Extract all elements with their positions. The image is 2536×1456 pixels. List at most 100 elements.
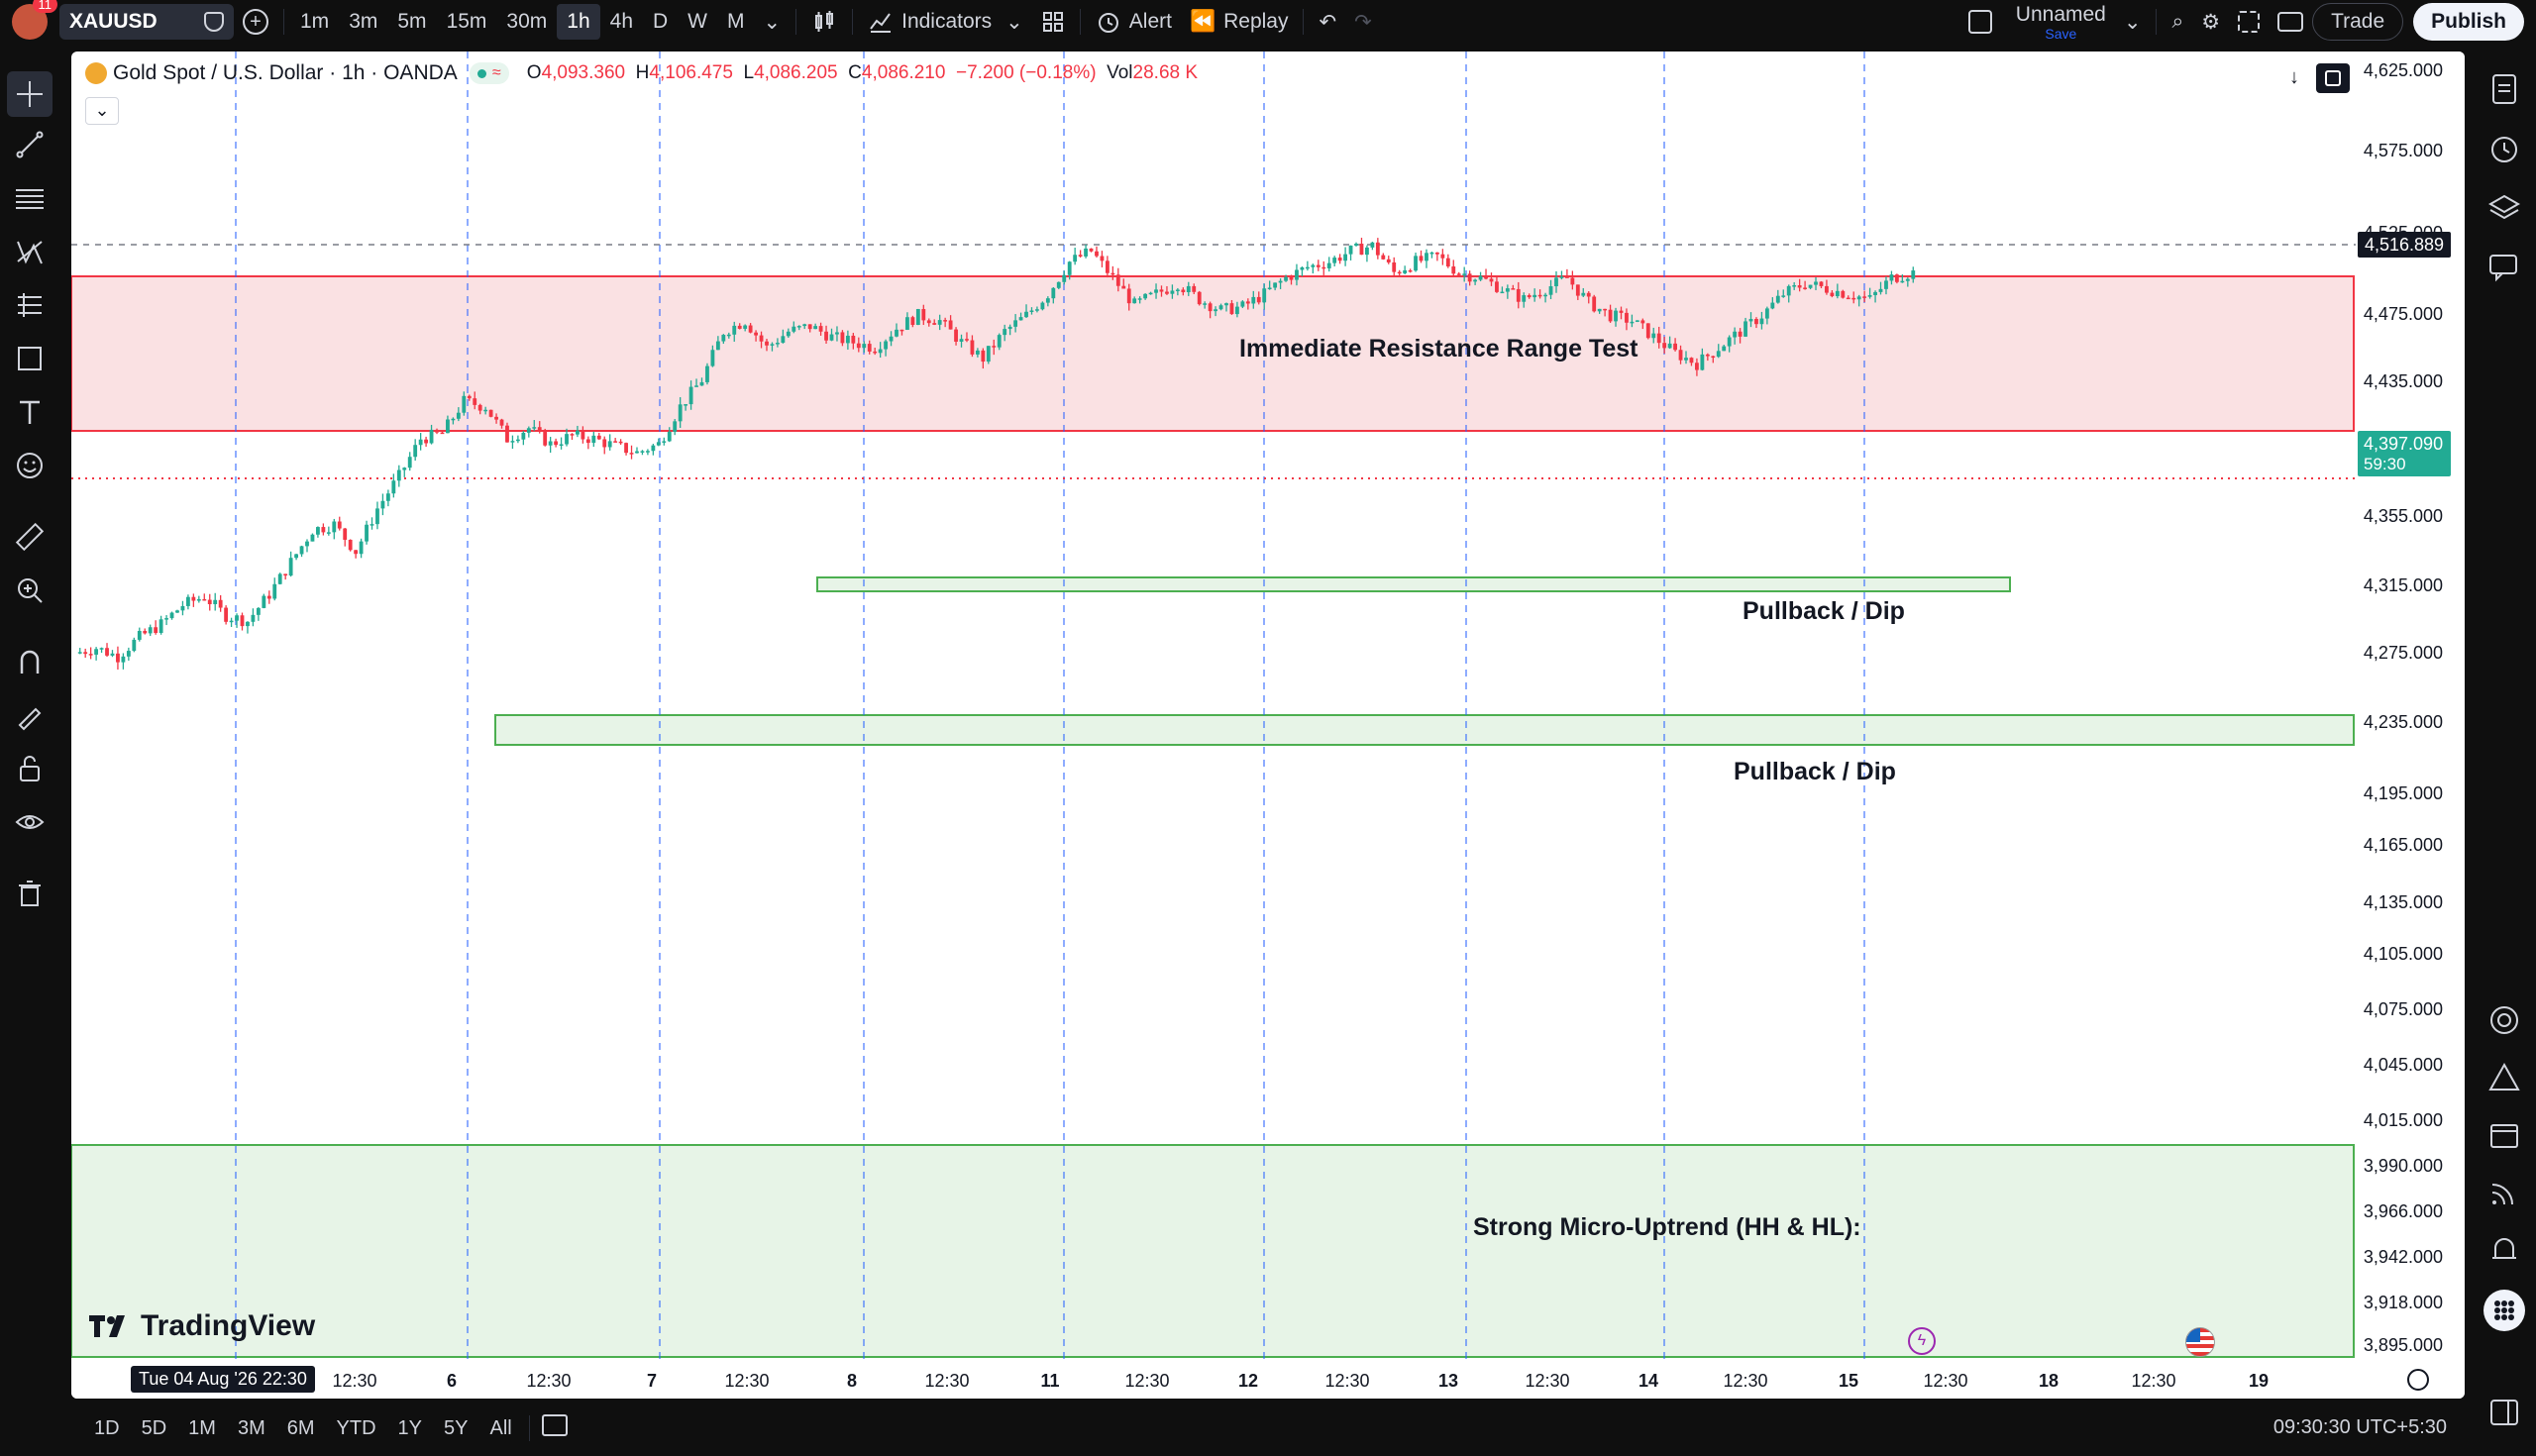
trend-line-icon[interactable] — [14, 129, 46, 160]
range-all[interactable]: All — [478, 1417, 522, 1440]
avatar[interactable]: 11 — [12, 0, 57, 40]
candle-body — [499, 419, 504, 426]
timeframe-W[interactable]: W — [678, 4, 717, 40]
support-zone[interactable] — [71, 1144, 2355, 1358]
magnet-icon[interactable] — [14, 646, 46, 677]
fullscreen-button[interactable] — [2229, 0, 2269, 44]
app-window: 11 XAUUSD + 1m 3m 5m 15m 30m 1h 4h D W M ⌄ Indica… — [0, 0, 2536, 1456]
scroll-to-realtime-button[interactable]: ↓ — [2280, 63, 2308, 91]
lock-icon[interactable] — [14, 753, 46, 784]
timeframe-1h[interactable]: 1h — [557, 4, 600, 40]
broadcast-icon[interactable] — [2486, 1175, 2522, 1210]
candle-body — [1214, 309, 1217, 312]
layout-name-button[interactable]: Unnamed Save ⌄ — [1959, 0, 2151, 44]
candle-body — [932, 323, 937, 325]
price-axis[interactable]: 4,625.0004,575.0004,525.0004,475.0004,43… — [2356, 52, 2465, 1399]
support-zone[interactable] — [494, 714, 2355, 746]
zoom-in-icon[interactable] — [14, 574, 46, 606]
resistance-zone[interactable] — [71, 275, 2355, 432]
snapshot-button[interactable] — [2269, 0, 2312, 44]
quick-search-button[interactable]: ⌕ — [2163, 0, 2192, 44]
eye-icon[interactable] — [14, 806, 46, 838]
chat-icon[interactable] — [2486, 250, 2522, 285]
range-1d[interactable]: 1D — [83, 1417, 131, 1440]
candle-body — [1056, 281, 1061, 288]
timeframe-15m[interactable]: 15m — [437, 4, 497, 40]
resistance-annotation[interactable]: Immediate Resistance Range Test — [1239, 335, 1638, 364]
lightning-event-icon[interactable]: ϟ — [1908, 1327, 1936, 1355]
clock[interactable]: 09:30:30 UTC+5:30 — [2273, 1416, 2447, 1439]
timeframe-4h[interactable]: 4h — [600, 4, 643, 40]
range-3m[interactable]: 3M — [227, 1417, 276, 1440]
timeframe-3m[interactable]: 3m — [339, 4, 387, 40]
bell-icon[interactable] — [2486, 1232, 2522, 1268]
alerts-clock-icon[interactable] — [2486, 131, 2522, 166]
settings-button[interactable]: ⚙ — [2192, 0, 2229, 44]
horizontal-lines-icon[interactable] — [14, 182, 46, 214]
text-icon[interactable] — [14, 396, 46, 428]
chart-canvas[interactable]: 4,625.0004,575.0004,525.0004,475.0004,43… — [71, 52, 2465, 1399]
ruler-icon[interactable] — [14, 521, 46, 553]
range-1y[interactable]: 1Y — [387, 1417, 433, 1440]
pullback-annotation-2[interactable]: Pullback / Dip — [1734, 758, 1896, 786]
trash-icon[interactable] — [14, 878, 46, 909]
range-5d[interactable]: 5D — [131, 1417, 178, 1440]
pattern-icon[interactable] — [14, 236, 46, 267]
timeframe-1m[interactable]: 1m — [290, 4, 339, 40]
trade-button[interactable]: Trade — [2312, 3, 2404, 41]
add-symbol-button[interactable]: + — [234, 0, 277, 44]
legend-collapse-button[interactable]: ⌄ — [85, 97, 119, 125]
goto-date-button[interactable] — [541, 1414, 568, 1442]
undo-button[interactable]: ↶ — [1310, 0, 1345, 44]
axis-settings-button[interactable] — [2407, 1369, 2429, 1391]
maximize-pane-button[interactable] — [2316, 63, 2350, 93]
timeframe-dropdown[interactable]: ⌄ — [755, 0, 791, 44]
grid-icon — [1042, 12, 1063, 32]
us-flag-event-icon[interactable] — [2185, 1327, 2215, 1357]
layers-icon[interactable] — [2486, 190, 2522, 226]
indicators-button[interactable]: Indicators ⌄ — [859, 0, 1032, 44]
forecast-icon[interactable] — [14, 289, 46, 321]
crosshair-tool[interactable] — [7, 71, 53, 117]
replay-button[interactable]: ⏪ Replay — [1181, 0, 1298, 44]
alert-button[interactable]: Alert — [1087, 0, 1181, 44]
timeframe-5m[interactable]: 5m — [387, 4, 436, 40]
range-5y[interactable]: 5Y — [433, 1417, 478, 1440]
candle-body — [1386, 259, 1391, 262]
range-6m[interactable]: 6M — [276, 1417, 326, 1440]
pullback-annotation-1[interactable]: Pullback / Dip — [1743, 597, 1905, 626]
rectangle-icon[interactable] — [14, 343, 46, 374]
tradingview-logo[interactable]: TradingView — [89, 1309, 315, 1343]
ideas-icon[interactable] — [2486, 1060, 2522, 1095]
apps-grid-button[interactable] — [2483, 1290, 2525, 1331]
candle-body — [884, 341, 889, 350]
price-tick-label: 3,895.000 — [2364, 1335, 2443, 1355]
legend-title[interactable]: Gold Spot / U.S. Dollar · 1h · OANDA — [113, 61, 458, 85]
publish-button[interactable]: Publish — [2413, 3, 2524, 41]
calendar-icon[interactable] — [2486, 1117, 2522, 1153]
uptrend-annotation[interactable]: Strong Micro-Uptrend (HH & HL): — [1473, 1213, 1861, 1242]
range-1m[interactable]: 1M — [177, 1417, 227, 1440]
time-axis[interactable]: 12:30 6 12:30 7 12:30 8 12:30 11 12:30 12 12:30 13 1… — [71, 1363, 2356, 1399]
target-icon[interactable] — [2486, 1002, 2522, 1038]
timeframe-M[interactable]: M — [717, 4, 755, 40]
emoji-icon[interactable] — [14, 450, 46, 481]
candle-body — [1835, 290, 1840, 297]
layouts-button[interactable] — [1032, 0, 1074, 44]
redo-button[interactable]: ↷ — [1345, 0, 1381, 44]
range-ytd[interactable]: YTD — [326, 1417, 387, 1440]
candle-body — [1759, 318, 1764, 325]
timeframe-D[interactable]: D — [643, 4, 678, 40]
candle-body — [1295, 269, 1299, 280]
expand-panel-icon[interactable] — [2486, 1395, 2522, 1430]
candle-body — [867, 344, 872, 352]
stay-drawing-icon[interactable] — [14, 699, 46, 731]
chart-area[interactable]: 4,625.0004,575.0004,525.0004,475.0004,43… — [71, 52, 2465, 1399]
watchlist-icon[interactable] — [2486, 71, 2522, 107]
chart-type-button[interactable] — [802, 0, 846, 44]
timeframe-30m[interactable]: 30m — [496, 4, 557, 40]
symbol-search[interactable]: XAUUSD — [59, 4, 234, 40]
candle-body — [1095, 251, 1099, 257]
candle-body — [1311, 264, 1316, 267]
support-zone[interactable] — [816, 576, 2011, 592]
